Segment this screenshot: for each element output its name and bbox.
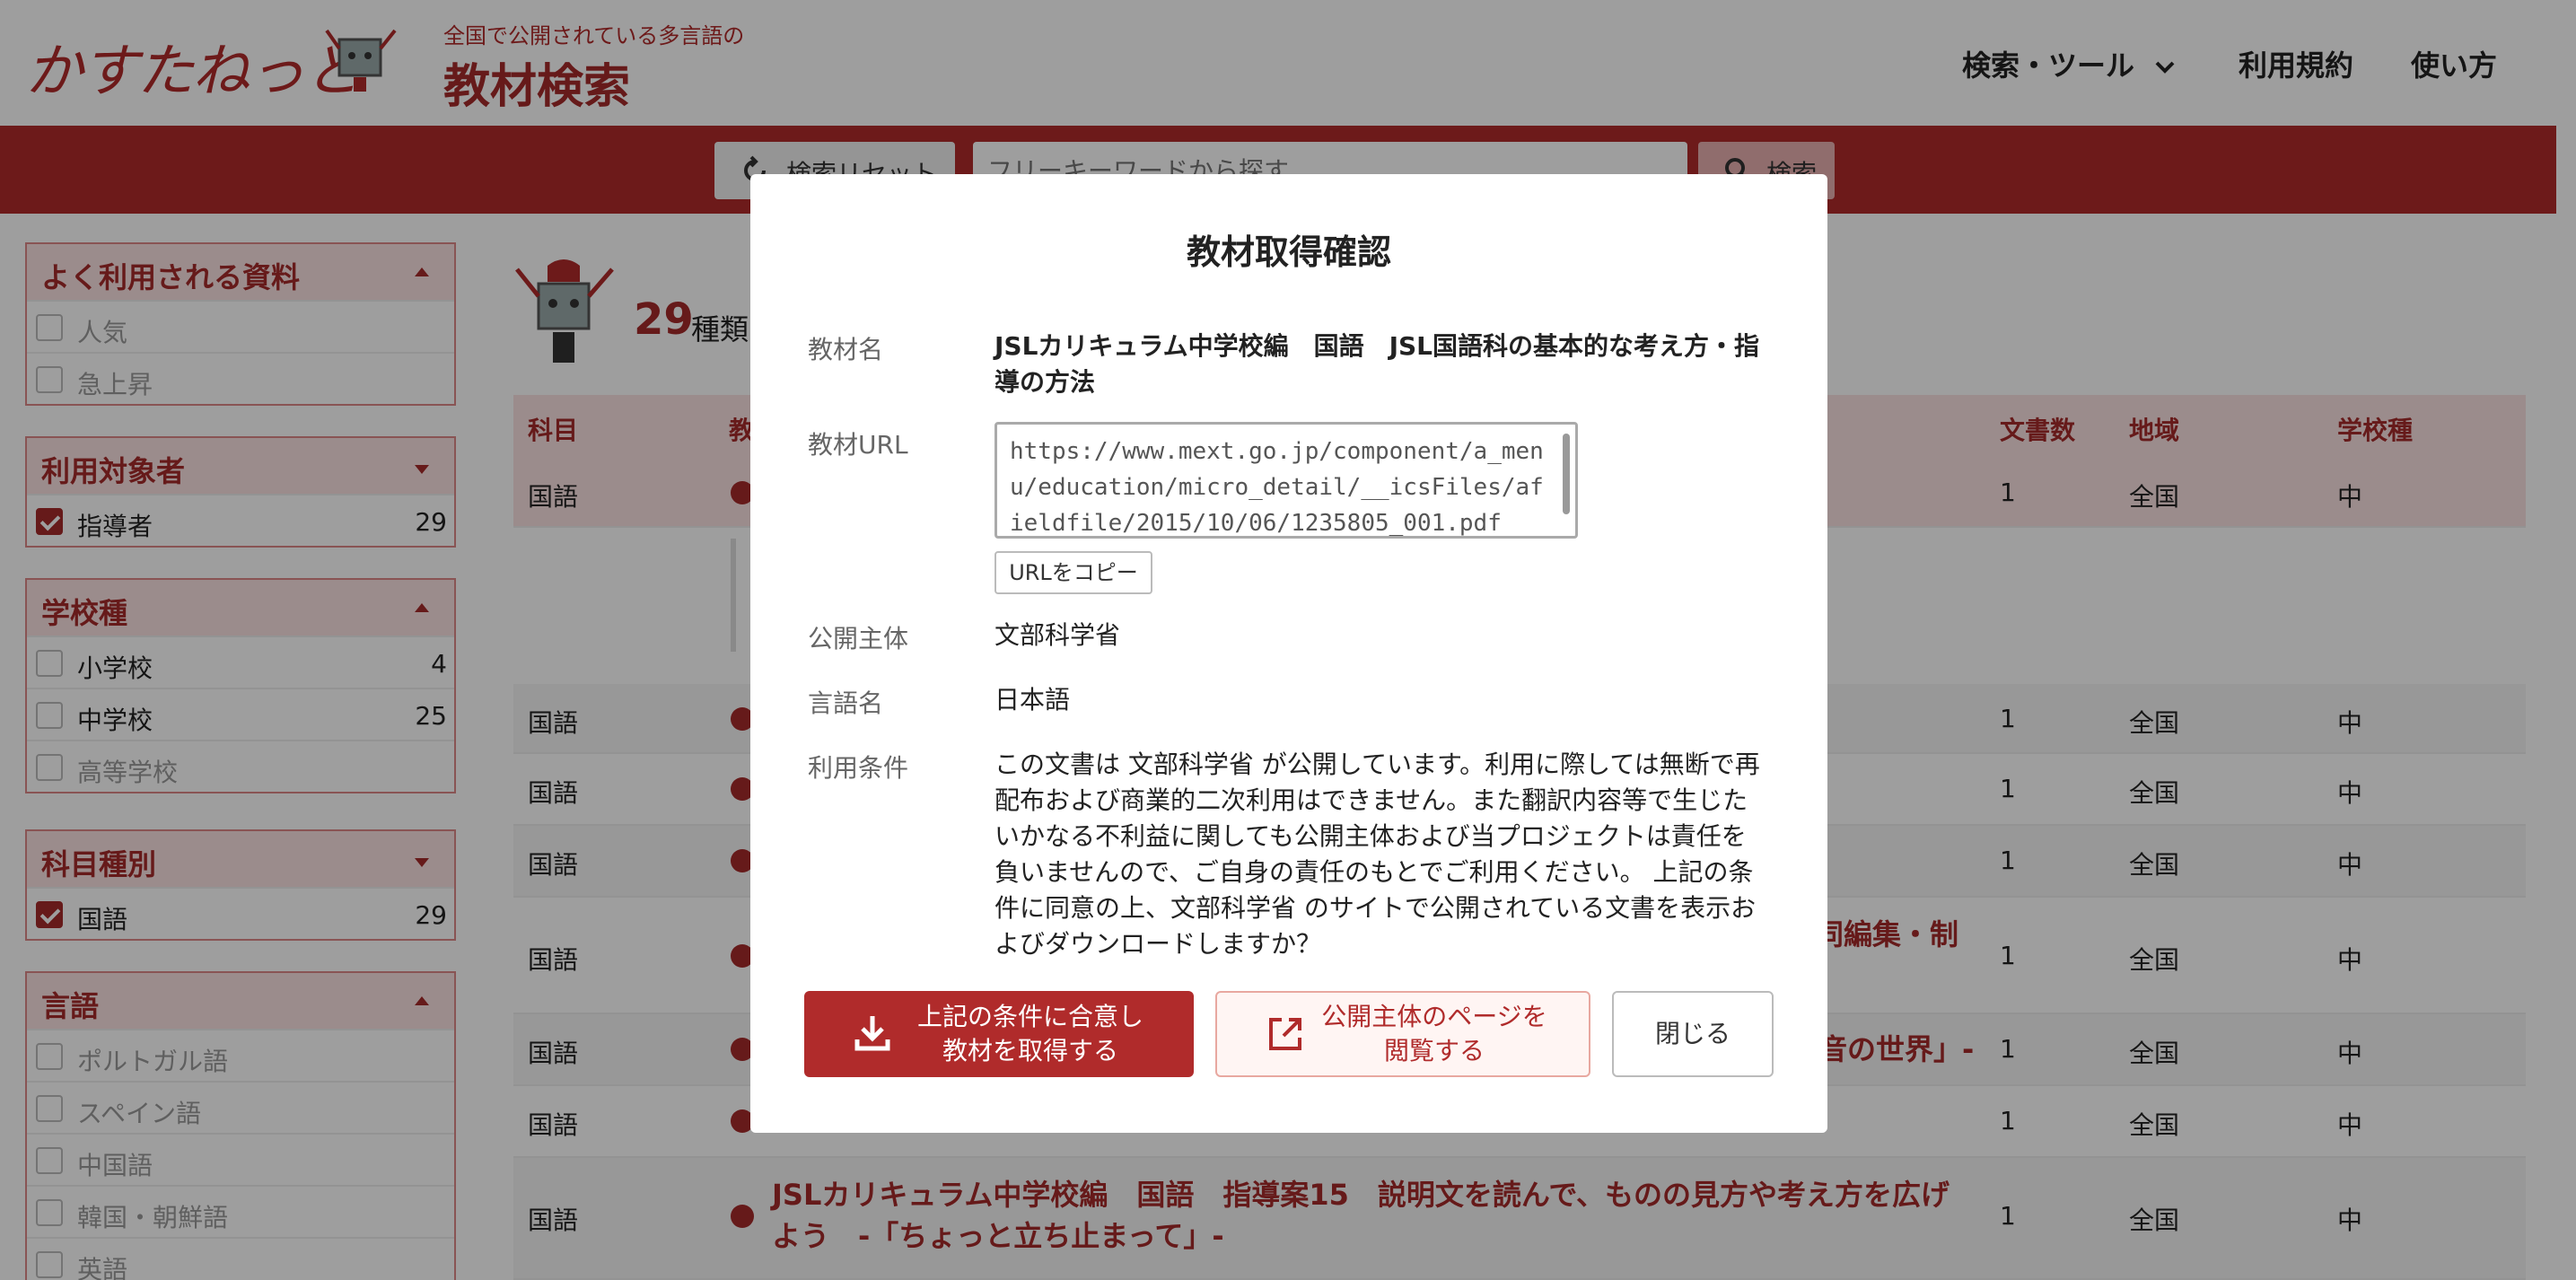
- label-material-name: 教材名: [808, 335, 884, 364]
- scrollbar[interactable]: [1563, 434, 1570, 514]
- copy-url-button[interactable]: URLをコピー: [994, 551, 1152, 594]
- label-material-url: 教材URL: [808, 430, 908, 460]
- close-button[interactable]: 閉じる: [1612, 991, 1774, 1077]
- label-terms: 利用条件: [808, 753, 909, 783]
- agree-download-button[interactable]: 上記の条件に合意し 教材を取得する: [804, 991, 1194, 1077]
- download-icon: [854, 1016, 890, 1051]
- material-url-field[interactable]: https://www.mext.go.jp/component/a_menu/…: [994, 422, 1578, 539]
- language-value: 日本語: [994, 685, 1071, 715]
- agree-label-line2: 教材を取得する: [942, 1036, 1118, 1065]
- publisher-label-line1: 公開主体のページを: [1321, 1002, 1547, 1031]
- material-confirm-modal: 教材取得確認 教材名 JSLカリキュラム中学校編 国語 JSL国語科の基本的な考…: [750, 174, 1827, 1133]
- agree-label-line1: 上記の条件に合意し: [916, 1002, 1143, 1031]
- terms-text: この文書は 文部科学省 が公開しています。利用に際しては無断で再配布および商業的…: [994, 750, 1760, 959]
- material-url: https://www.mext.go.jp/component/a_menu/…: [1010, 438, 1544, 537]
- modal-title: 教材取得確認: [1186, 232, 1391, 272]
- view-publisher-button[interactable]: 公開主体のページを 閲覧する: [1215, 991, 1590, 1077]
- publisher-label-line2: 閲覧する: [1383, 1036, 1485, 1065]
- publisher-value: 文部科学省: [994, 620, 1121, 650]
- material-name: JSLカリキュラム中学校編 国語 JSL国語科の基本的な考え方・指導の方法: [994, 331, 1760, 397]
- label-publisher: 公開主体: [808, 624, 909, 653]
- label-language: 言語名: [808, 688, 884, 718]
- external-link-icon: [1269, 1018, 1301, 1050]
